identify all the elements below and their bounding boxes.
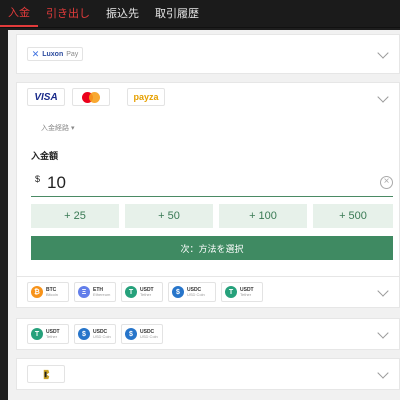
usdc-icon: $ (125, 328, 137, 340)
visa-logo: VISA (27, 88, 65, 106)
usdt-icon: T (125, 286, 137, 298)
coin-usdt-chip: T USDT Tether (221, 282, 263, 302)
coin-btc-chip: ₿ BTC Bitcoin (27, 282, 69, 302)
coin-network: Ethereum (93, 291, 111, 297)
quick-amount-50[interactable]: + 50 (125, 204, 213, 228)
chevron-down-icon[interactable] (377, 91, 389, 103)
caret-down-icon: ▾ (70, 125, 75, 132)
deposit-panel: ✕ Luxon Pay VISA payza 入金経路 ▾ 入金額 $ 10 × … (8, 30, 400, 400)
btc-icon: ₿ (31, 286, 43, 298)
tab-withdraw[interactable]: 引き出し (38, 0, 98, 27)
chevron-down-icon[interactable] (377, 47, 389, 59)
payment-option-luxon[interactable]: ✕ Luxon Pay (16, 34, 400, 74)
payz-text: payz (133, 92, 154, 102)
luxon-pay-text: Pay (66, 50, 79, 58)
coin-network: Bitcoin (46, 291, 59, 297)
coin-network: Tether (140, 291, 152, 297)
usdt-icon: T (225, 286, 237, 298)
visa-text: VISA (34, 91, 58, 103)
amount-value: 10 (47, 173, 66, 192)
tab-transaction-history[interactable]: 取引履歴 (147, 0, 207, 27)
coin-usdt-chip: T USDT Tether (27, 324, 69, 344)
chevron-down-icon[interactable] (377, 285, 389, 297)
top-tab-bar: 入金 引き出し 振込先 取引履歴 (0, 0, 400, 28)
quick-amount-100[interactable]: + 100 (219, 204, 307, 228)
coin-usdc-chip: $ USDC USD Coin (121, 324, 163, 344)
chevron-down-icon[interactable] (377, 327, 389, 339)
payment-option-other[interactable] (16, 358, 400, 390)
chevron-down-icon[interactable] (377, 367, 389, 379)
amount-label: 入金額 (31, 151, 59, 161)
usdc-icon: $ (78, 328, 90, 340)
payz-accent: a (153, 92, 159, 102)
coin-network: Tether (240, 291, 252, 297)
tab-deposit[interactable]: 入金 (0, 0, 38, 27)
payment-option-crypto-2[interactable]: T USDT Tether $ USDC USD Coin $ USDC USD Coin (16, 318, 400, 350)
select-method-button[interactable]: 次：方法を選択 (31, 236, 393, 260)
mastercard-icon (82, 91, 100, 103)
quick-amount-25[interactable]: + 25 (31, 204, 119, 228)
coin-network: Tether (46, 333, 58, 339)
coin-usdc-chip: $ USDC USD Coin (74, 324, 116, 344)
luxon-pay-logo: ✕ Luxon Pay (27, 47, 83, 61)
quick-amount-500[interactable]: + 500 (313, 204, 393, 228)
luxon-x-icon: ✕ (31, 48, 40, 59)
amount-input[interactable]: $ 10 × (31, 171, 393, 197)
payz-logo: payza (127, 88, 165, 106)
eth-icon: Ξ (78, 286, 90, 298)
brand-logo (27, 365, 65, 383)
coin-network: USD Coin (93, 333, 111, 339)
coin-usdc-chip: $ USDC USD Coin (168, 282, 216, 302)
usdt-icon: T (31, 328, 43, 340)
payment-option-cards: VISA payza 入金経路 ▾ 入金額 $ 10 × + 25 + 50 +… (16, 82, 400, 302)
deposit-method-select[interactable]: 入金経路 ▾ (41, 123, 74, 133)
deposit-method-label: 入金経路 (41, 125, 69, 132)
coin-network: USD Coin (140, 333, 158, 339)
coin-usdt-chip: T USDT Tether (121, 282, 163, 302)
clear-icon[interactable]: × (380, 176, 393, 189)
luxon-brand-text: Luxon (42, 50, 64, 58)
payment-option-crypto-1[interactable]: ₿ BTC Bitcoin Ξ ETH Ethereum T USDT Tether $ USDC U… (16, 276, 400, 308)
brand-mark-icon (43, 369, 49, 379)
tab-payees[interactable]: 振込先 (98, 0, 147, 27)
coin-network: USD Coin (187, 291, 205, 297)
mastercard-logo (72, 88, 110, 106)
coin-eth-chip: Ξ ETH Ethereum (74, 282, 116, 302)
usdc-icon: $ (172, 286, 184, 298)
currency-symbol: $ (35, 174, 41, 184)
